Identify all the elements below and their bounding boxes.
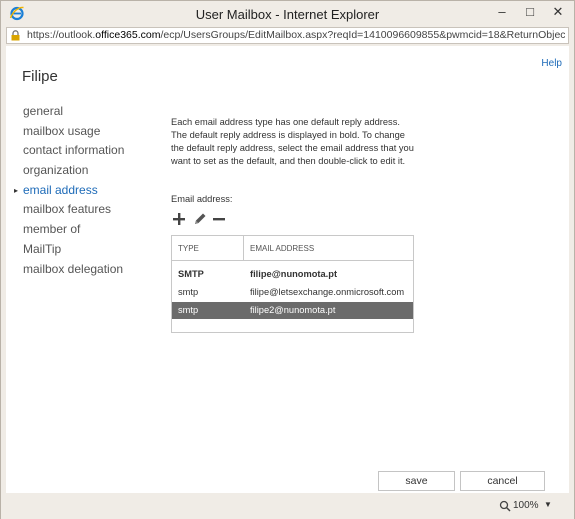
nav-item-contact-information[interactable]: contact information [6, 143, 124, 163]
cell-email: filipe@nunomota.pt [250, 269, 338, 279]
url-domain: office365.com [95, 29, 161, 41]
table-row-selected[interactable]: smtp filipe2@nunomota.pt [172, 302, 413, 319]
title-bar: User Mailbox - Internet Explorer – □ ✕ [1, 1, 574, 27]
cell-type: SMTP [178, 269, 204, 279]
nav-item-organization[interactable]: organization [6, 163, 124, 183]
nav-item-label: mailbox features [23, 202, 112, 217]
plus-icon[interactable] [171, 211, 187, 227]
nav-item-mailtip[interactable]: MailTip [6, 242, 124, 262]
url-text[interactable]: https://outlook.office365.com/ecp/UsersG… [27, 29, 565, 41]
nav-item-mailbox-delegation[interactable]: mailbox delegation [6, 262, 124, 282]
nav-item-email-address[interactable]: ▸ email address [6, 183, 124, 203]
table-row[interactable]: smtp filipe@letsexchange.onmicrosoft.com [172, 284, 413, 301]
cell-type: smtp [178, 287, 199, 297]
column-header-email-address[interactable]: EMAIL ADDRESS [250, 244, 314, 253]
url-prefix: https://outlook. [27, 29, 96, 41]
section-nav: general mailbox usage contact informatio… [6, 104, 124, 281]
table-header: TYPE EMAIL ADDRESS [172, 236, 413, 261]
nav-item-mailbox-features[interactable]: mailbox features [6, 202, 124, 222]
dialog-content: Help Filipe general mailbox usage contac… [6, 46, 569, 493]
pencil-icon[interactable] [192, 211, 208, 227]
cell-type: smtp [178, 305, 199, 315]
nav-item-member-of[interactable]: member of [6, 222, 124, 242]
active-arrow-icon: ▸ [14, 185, 19, 195]
cell-email: filipe@letsexchange.onmicrosoft.com [250, 287, 405, 297]
nav-item-label: contact information [23, 143, 125, 158]
minus-icon[interactable] [211, 211, 227, 227]
column-divider [243, 236, 244, 261]
column-header-type[interactable]: TYPE [178, 244, 199, 253]
address-bar[interactable]: https://outlook.office365.com/ecp/UsersG… [6, 27, 569, 44]
cell-email: filipe2@nunomota.pt [250, 305, 336, 315]
maximize-button[interactable]: □ [515, 1, 545, 23]
email-address-table: TYPE EMAIL ADDRESS SMTP filipe@nunomota.… [171, 235, 414, 333]
close-button[interactable]: ✕ [543, 1, 573, 23]
nav-item-label: general [23, 104, 64, 118]
status-bar: 100% ▼ [1, 494, 574, 519]
email-address-label: Email address: [171, 194, 233, 204]
cancel-button[interactable]: cancel [460, 471, 545, 491]
zoom-level[interactable]: 100% [513, 500, 539, 511]
nav-item-label: MailTip [23, 241, 62, 256]
nav-item-label: email address [23, 182, 98, 197]
nav-item-label: mailbox delegation [23, 261, 124, 276]
dialog-footer: save cancel [6, 461, 569, 493]
page-title: Filipe [22, 68, 58, 85]
browser-window: User Mailbox - Internet Explorer – □ ✕ h… [0, 0, 575, 519]
help-link[interactable]: Help [541, 58, 562, 69]
section-description: Each email address type has one default … [171, 117, 414, 166]
nav-item-general[interactable]: general [6, 104, 124, 124]
url-path: /ecp/UsersGroups/EditMailbox.aspx?reqId=… [160, 29, 565, 41]
nav-item-label: member of [23, 222, 81, 237]
save-button[interactable]: save [378, 471, 455, 491]
lock-icon [11, 30, 20, 41]
chevron-down-icon[interactable]: ▼ [544, 500, 552, 509]
table-row[interactable]: SMTP filipe@nunomota.pt [172, 266, 413, 283]
zoom-icon[interactable] [499, 500, 511, 512]
minimize-button[interactable]: – [487, 1, 517, 23]
nav-item-label: organization [23, 163, 89, 178]
nav-item-label: mailbox usage [23, 123, 101, 138]
nav-item-mailbox-usage[interactable]: mailbox usage [6, 124, 124, 144]
